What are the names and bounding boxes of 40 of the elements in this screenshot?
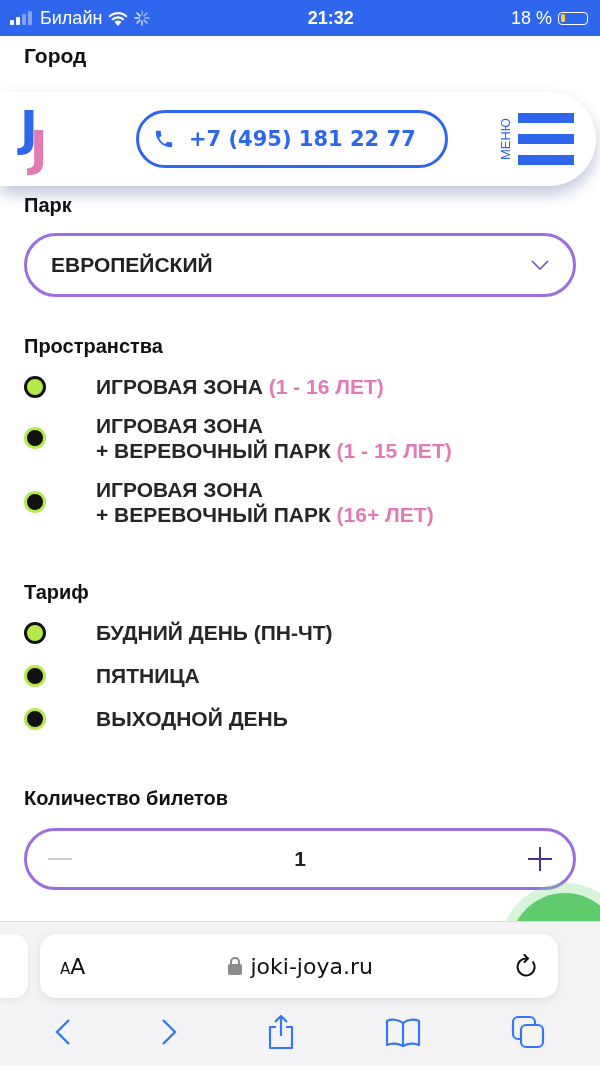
tariff-label: Тариф	[24, 581, 90, 604]
option-label[interactable]: ПЯТНИЦА	[96, 663, 200, 688]
park-select[interactable]: ЕВРОПЕЙСКИЙ	[24, 233, 576, 297]
spaces-label: Пространства	[24, 335, 164, 358]
ticket-count: 1	[294, 847, 306, 871]
phone-icon	[153, 128, 175, 150]
carrier-name: Билайн	[40, 7, 103, 29]
address-bar[interactable]: AA joki-joya.ru	[40, 934, 558, 998]
plus-icon	[528, 847, 552, 871]
text-size-button[interactable]: AA	[60, 953, 86, 979]
reload-icon[interactable]	[516, 954, 538, 978]
radio-button[interactable]	[24, 621, 46, 644]
battery-percent: 18 %	[510, 7, 552, 29]
wifi-icon	[108, 10, 129, 26]
share-button[interactable]	[267, 1014, 295, 1050]
plus-button[interactable]	[525, 844, 555, 874]
forward-button[interactable]	[161, 1018, 177, 1046]
signal-icon	[10, 11, 34, 25]
menu-icon	[518, 113, 574, 165]
option-label[interactable]: ИГРОВАЯ ЗОНА (1 - 16 ЛЕТ)	[96, 374, 384, 399]
loading-icon	[134, 10, 151, 26]
back-button[interactable]	[55, 1018, 71, 1046]
clock-time: 21:32	[307, 7, 354, 29]
park-label: Парк	[24, 194, 73, 217]
chevron-down-icon	[531, 260, 549, 270]
city-label: Город	[24, 44, 88, 68]
menu-button[interactable]: МЕНЮ	[498, 113, 574, 165]
option-label[interactable]: ИГРОВАЯ ЗОНА + ВЕРЕВОЧНЫЙ ПАРК (16+ ЛЕТ)	[96, 477, 434, 527]
url-text: joki-joya.ru	[250, 953, 373, 979]
lock-icon	[228, 957, 243, 975]
battery-icon	[558, 11, 588, 25]
bookmarks-button[interactable]	[385, 1017, 421, 1047]
radio-button[interactable]	[24, 375, 46, 398]
option-label[interactable]: БУДНИЙ ДЕНЬ (ПН-ЧТ)	[96, 620, 333, 645]
tickets-label: Количество билетов	[24, 787, 230, 810]
option-label[interactable]: ИГРОВАЯ ЗОНА + ВЕРЕВОЧНЫЙ ПАРК (1 - 15 ЛЕТ)	[96, 413, 452, 463]
option-label[interactable]: ВЫХОДНОЙ ДЕНЬ	[96, 706, 288, 731]
phone-link[interactable]: +7 (495) 181 22 77	[136, 110, 448, 168]
tabs-button[interactable]	[511, 1015, 545, 1049]
minus-icon	[48, 858, 72, 860]
